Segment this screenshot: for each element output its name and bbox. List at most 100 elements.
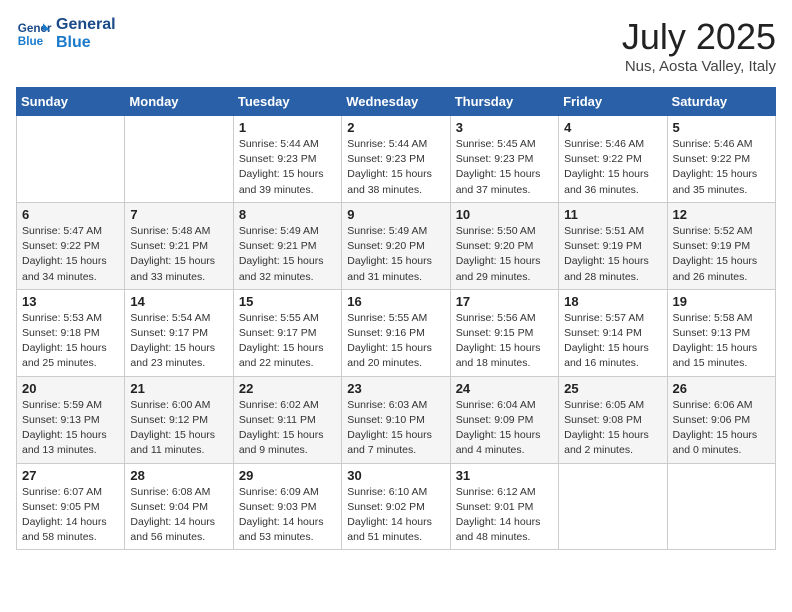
day-info: Sunrise: 5:53 AM Sunset: 9:18 PM Dayligh… — [22, 311, 119, 372]
day-info: Sunrise: 5:56 AM Sunset: 9:15 PM Dayligh… — [456, 311, 553, 372]
day-info: Sunrise: 6:06 AM Sunset: 9:06 PM Dayligh… — [673, 398, 770, 459]
day-info: Sunrise: 6:05 AM Sunset: 9:08 PM Dayligh… — [564, 398, 661, 459]
calendar-cell: 14Sunrise: 5:54 AM Sunset: 9:17 PM Dayli… — [125, 289, 233, 376]
calendar-cell — [125, 116, 233, 203]
calendar-cell — [17, 116, 125, 203]
calendar-cell: 2 Sunrise: 5:44 AM Sunset: 9:23 PM Daylig… — [342, 116, 450, 203]
calendar-cell: 8 Sunrise: 5:49 AM Sunset: 9:21 PM Daylig… — [233, 202, 341, 289]
logo-text-line2: Blue — [56, 34, 116, 52]
logo-text-line1: General — [56, 16, 116, 34]
calendar-cell: 31 Sunrise: 6:12 AM Sunset: 9:01 PM Dayli… — [450, 463, 558, 550]
day-number: 16 — [347, 294, 444, 309]
calendar-cell: 22 Sunrise: 6:02 AM Sunset: 9:11 PM Dayli… — [233, 376, 341, 463]
calendar-cell: 7 Sunrise: 5:48 AM Sunset: 9:21 PM Daylig… — [125, 202, 233, 289]
day-number: 19 — [673, 294, 770, 309]
column-header-thursday: Thursday — [450, 88, 558, 116]
day-info: Sunrise: 5:51 AM Sunset: 9:19 PM Dayligh… — [564, 224, 661, 285]
calendar-cell: 18 Sunrise: 5:57 AM Sunset: 9:14 PM Dayli… — [559, 289, 667, 376]
day-number: 30 — [347, 468, 444, 483]
day-number: 9 — [347, 207, 444, 222]
calendar-cell: 21Sunrise: 6:00 AM Sunset: 9:12 PM Dayli… — [125, 376, 233, 463]
day-number: 11 — [564, 207, 661, 222]
calendar-cell: 1 Sunrise: 5:44 AM Sunset: 9:23 PM Daylig… — [233, 116, 341, 203]
day-number: 3 — [456, 120, 553, 135]
calendar-cell: 12Sunrise: 5:52 AM Sunset: 9:19 PM Dayli… — [667, 202, 775, 289]
day-info: Sunrise: 6:09 AM Sunset: 9:03 PM Dayligh… — [239, 485, 336, 546]
day-number: 31 — [456, 468, 553, 483]
day-info: Sunrise: 5:47 AM Sunset: 9:22 PM Dayligh… — [22, 224, 119, 285]
day-info: Sunrise: 5:57 AM Sunset: 9:14 PM Dayligh… — [564, 311, 661, 372]
day-number: 29 — [239, 468, 336, 483]
calendar-cell: 3 Sunrise: 5:45 AM Sunset: 9:23 PM Daylig… — [450, 116, 558, 203]
month-title: July 2025 — [622, 16, 776, 58]
logo-icon: General Blue — [16, 16, 52, 52]
day-info: Sunrise: 6:03 AM Sunset: 9:10 PM Dayligh… — [347, 398, 444, 459]
day-info: Sunrise: 5:44 AM Sunset: 9:23 PM Dayligh… — [239, 137, 336, 198]
day-number: 2 — [347, 120, 444, 135]
day-info: Sunrise: 6:10 AM Sunset: 9:02 PM Dayligh… — [347, 485, 444, 546]
logo: General Blue General Blue — [16, 16, 116, 52]
column-header-saturday: Saturday — [667, 88, 775, 116]
day-info: Sunrise: 5:55 AM Sunset: 9:17 PM Dayligh… — [239, 311, 336, 372]
day-number: 13 — [22, 294, 119, 309]
column-header-wednesday: Wednesday — [342, 88, 450, 116]
day-info: Sunrise: 5:59 AM Sunset: 9:13 PM Dayligh… — [22, 398, 119, 459]
day-number: 8 — [239, 207, 336, 222]
day-number: 28 — [130, 468, 227, 483]
day-number: 27 — [22, 468, 119, 483]
calendar-cell: 20 Sunrise: 5:59 AM Sunset: 9:13 PM Dayli… — [17, 376, 125, 463]
day-number: 12 — [673, 207, 770, 222]
day-info: Sunrise: 5:54 AM Sunset: 9:17 PM Dayligh… — [130, 311, 227, 372]
day-number: 20 — [22, 381, 119, 396]
calendar-cell: 29 Sunrise: 6:09 AM Sunset: 9:03 PM Dayli… — [233, 463, 341, 550]
page-header: General Blue General Blue July 2025 Nus,… — [16, 16, 776, 75]
day-info: Sunrise: 5:50 AM Sunset: 9:20 PM Dayligh… — [456, 224, 553, 285]
calendar-cell: 25 Sunrise: 6:05 AM Sunset: 9:08 PM Dayli… — [559, 376, 667, 463]
calendar-cell: 26 Sunrise: 6:06 AM Sunset: 9:06 PM Dayli… — [667, 376, 775, 463]
title-block: July 2025 Nus, Aosta Valley, Italy — [622, 16, 776, 75]
day-info: Sunrise: 6:08 AM Sunset: 9:04 PM Dayligh… — [130, 485, 227, 546]
calendar-cell: 15 Sunrise: 5:55 AM Sunset: 9:17 PM Dayli… — [233, 289, 341, 376]
calendar-cell: 4Sunrise: 5:46 AM Sunset: 9:22 PM Daylig… — [559, 116, 667, 203]
day-number: 23 — [347, 381, 444, 396]
day-number: 5 — [673, 120, 770, 135]
calendar-header-row: SundayMondayTuesdayWednesdayThursdayFrid… — [17, 88, 776, 116]
day-info: Sunrise: 5:45 AM Sunset: 9:23 PM Dayligh… — [456, 137, 553, 198]
day-info: Sunrise: 6:02 AM Sunset: 9:11 PM Dayligh… — [239, 398, 336, 459]
day-number: 10 — [456, 207, 553, 222]
day-number: 6 — [22, 207, 119, 222]
day-number: 18 — [564, 294, 661, 309]
day-number: 15 — [239, 294, 336, 309]
calendar-table: SundayMondayTuesdayWednesdayThursdayFrid… — [16, 87, 776, 550]
calendar-cell — [559, 463, 667, 550]
day-info: Sunrise: 6:12 AM Sunset: 9:01 PM Dayligh… — [456, 485, 553, 546]
calendar-cell: 17Sunrise: 5:56 AM Sunset: 9:15 PM Dayli… — [450, 289, 558, 376]
day-info: Sunrise: 5:55 AM Sunset: 9:16 PM Dayligh… — [347, 311, 444, 372]
calendar-cell: 10 Sunrise: 5:50 AM Sunset: 9:20 PM Dayli… — [450, 202, 558, 289]
column-header-monday: Monday — [125, 88, 233, 116]
calendar-cell: 19Sunrise: 5:58 AM Sunset: 9:13 PM Dayli… — [667, 289, 775, 376]
calendar-cell: 5Sunrise: 5:46 AM Sunset: 9:22 PM Daylig… — [667, 116, 775, 203]
calendar-cell: 23 Sunrise: 6:03 AM Sunset: 9:10 PM Dayli… — [342, 376, 450, 463]
calendar-cell: 13 Sunrise: 5:53 AM Sunset: 9:18 PM Dayli… — [17, 289, 125, 376]
day-info: Sunrise: 6:07 AM Sunset: 9:05 PM Dayligh… — [22, 485, 119, 546]
day-info: Sunrise: 6:04 AM Sunset: 9:09 PM Dayligh… — [456, 398, 553, 459]
day-info: Sunrise: 5:49 AM Sunset: 9:20 PM Dayligh… — [347, 224, 444, 285]
column-header-sunday: Sunday — [17, 88, 125, 116]
day-info: Sunrise: 5:46 AM Sunset: 9:22 PM Dayligh… — [564, 137, 661, 198]
calendar-week-row: 6 Sunrise: 5:47 AM Sunset: 9:22 PM Daylig… — [17, 202, 776, 289]
day-number: 25 — [564, 381, 661, 396]
day-info: Sunrise: 6:00 AM Sunset: 9:12 PM Dayligh… — [130, 398, 227, 459]
calendar-cell: 28 Sunrise: 6:08 AM Sunset: 9:04 PM Dayli… — [125, 463, 233, 550]
day-info: Sunrise: 5:48 AM Sunset: 9:21 PM Dayligh… — [130, 224, 227, 285]
day-info: Sunrise: 5:44 AM Sunset: 9:23 PM Dayligh… — [347, 137, 444, 198]
day-number: 22 — [239, 381, 336, 396]
day-number: 7 — [130, 207, 227, 222]
day-number: 26 — [673, 381, 770, 396]
calendar-cell — [667, 463, 775, 550]
day-info: Sunrise: 5:49 AM Sunset: 9:21 PM Dayligh… — [239, 224, 336, 285]
day-number: 24 — [456, 381, 553, 396]
location-subtitle: Nus, Aosta Valley, Italy — [622, 58, 776, 75]
calendar-cell: 16 Sunrise: 5:55 AM Sunset: 9:16 PM Dayli… — [342, 289, 450, 376]
day-number: 1 — [239, 120, 336, 135]
